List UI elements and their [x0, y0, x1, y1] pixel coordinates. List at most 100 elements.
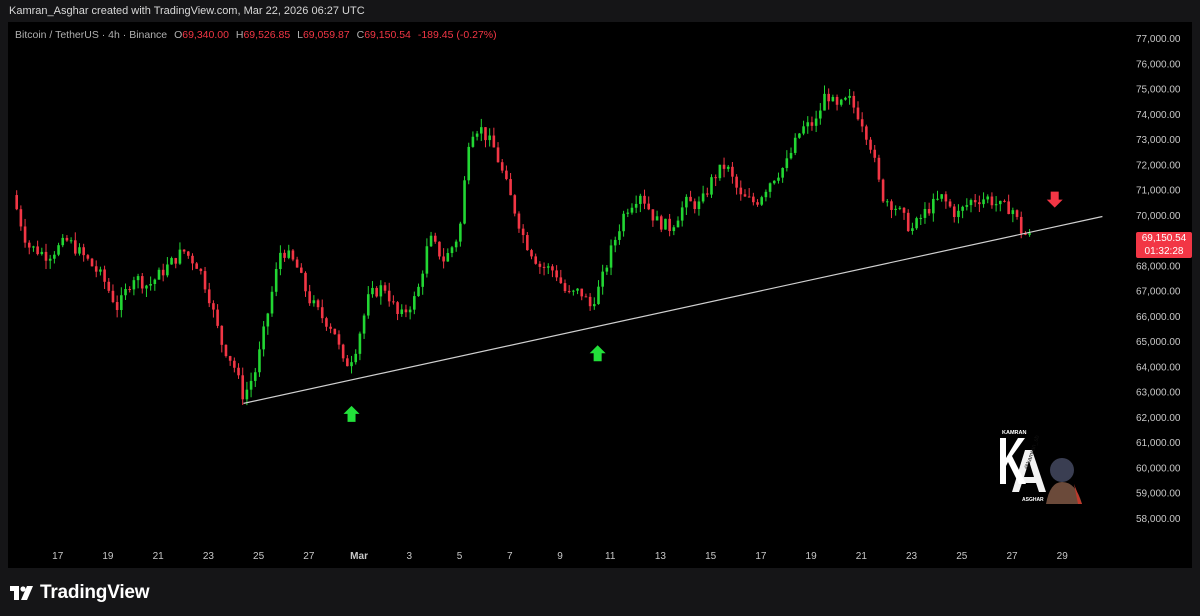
- x-tick-label: 25: [956, 551, 968, 562]
- candle-body: [526, 235, 529, 251]
- candle-body: [952, 206, 956, 218]
- y-tick-label: 70,000.00: [1136, 211, 1181, 222]
- candle-body: [375, 287, 378, 297]
- candle-body: [877, 157, 881, 180]
- candle-body: [680, 207, 684, 221]
- candle-body: [676, 220, 680, 228]
- candle-body: [140, 276, 144, 289]
- candle-body: [873, 149, 877, 158]
- candle-body: [350, 362, 353, 367]
- y-tick-label: 66,000.00: [1136, 312, 1181, 323]
- x-tick-label: 27: [1006, 551, 1018, 562]
- candle-body: [454, 241, 458, 248]
- candle-body: [291, 250, 295, 260]
- candle-body: [597, 286, 600, 305]
- x-tick-label: 5: [457, 551, 463, 562]
- candle-body: [1003, 200, 1006, 202]
- candle-body: [894, 208, 897, 210]
- candle-body: [701, 193, 705, 202]
- candle-body: [366, 294, 370, 316]
- candle-body: [580, 288, 584, 297]
- candle-body: [120, 295, 123, 311]
- y-tick-label: 71,000.00: [1136, 186, 1181, 197]
- candle-body: [885, 201, 889, 203]
- candle-body: [726, 166, 730, 169]
- chart-area[interactable]: 77,000.00 76,000.00 75,000.00 74,000.00 73,0…: [8, 22, 1192, 568]
- x-tick-label: 25: [253, 551, 265, 562]
- candle-body: [659, 216, 663, 230]
- candle-body: [57, 245, 60, 255]
- arrow-down-icon: [1046, 191, 1063, 208]
- candle-body: [852, 95, 856, 108]
- candle-body: [831, 96, 835, 102]
- candle-body: [735, 176, 738, 188]
- candle-body: [647, 203, 651, 210]
- candle-body: [61, 237, 65, 246]
- x-tick-label: 13: [655, 551, 667, 562]
- candle-body: [643, 195, 646, 204]
- candle-body: [839, 99, 843, 105]
- candle-body: [132, 280, 136, 290]
- candle-body: [153, 279, 157, 284]
- candle-body: [488, 135, 491, 141]
- y-tick-label: 59,000.00: [1136, 489, 1181, 500]
- candle-body: [760, 197, 764, 205]
- candle-body: [463, 180, 466, 224]
- candle-body: [471, 136, 475, 147]
- close-value: 69,150.54: [364, 29, 411, 41]
- candle-body: [655, 216, 659, 221]
- candle-body: [115, 302, 119, 311]
- candle-body: [15, 195, 18, 210]
- candle-body: [82, 247, 85, 256]
- candle-body: [685, 196, 688, 208]
- candle-body: [785, 158, 789, 168]
- candle-body: [195, 263, 198, 269]
- x-tick-label: 29: [1057, 551, 1069, 562]
- candle-body: [626, 212, 630, 214]
- candle-body: [383, 285, 387, 291]
- candle-body: [157, 269, 161, 280]
- candle-body: [856, 107, 860, 120]
- candle-body: [333, 328, 337, 335]
- candle-body: [601, 271, 604, 287]
- candle-body: [362, 315, 366, 334]
- candle-body: [936, 198, 939, 200]
- y-tick-label: 67,000.00: [1136, 287, 1181, 298]
- support-trendline: [243, 215, 1103, 404]
- candle-body: [392, 301, 395, 303]
- candle-body: [228, 356, 232, 361]
- candle-body: [706, 193, 709, 195]
- candle-body: [764, 191, 768, 198]
- watermark-logo: KAMRAN @kamran_sb ASGHAR: [992, 426, 1092, 506]
- candle-body: [998, 200, 1002, 205]
- y-tick-label: 72,000.00: [1136, 160, 1181, 171]
- candle-body: [827, 93, 830, 102]
- candle-body: [605, 267, 609, 272]
- candle-body: [48, 258, 52, 261]
- candle-body: [387, 290, 391, 302]
- candle-body: [802, 126, 805, 134]
- x-tick-label: 3: [407, 551, 413, 562]
- candle-body: [722, 164, 726, 169]
- candle-body: [1028, 233, 1031, 235]
- candle-body: [128, 289, 132, 291]
- candle-body: [651, 209, 655, 221]
- attribution-text: Kamran_Asghar created with TradingView.c…: [9, 5, 365, 17]
- candle-body: [923, 208, 927, 218]
- candle-body: [279, 252, 282, 270]
- candle-body: [584, 296, 588, 298]
- candle-body: [994, 204, 998, 206]
- candle-body: [927, 208, 931, 214]
- candle-body: [906, 212, 910, 232]
- candle-body: [145, 285, 148, 289]
- candle-body: [869, 139, 872, 150]
- candle-body: [417, 286, 420, 297]
- tradingview-logo-icon: [10, 586, 33, 600]
- candle-body: [103, 269, 106, 282]
- candle-body: [379, 285, 383, 297]
- y-tick-label: 75,000.00: [1136, 85, 1181, 96]
- footer-brand[interactable]: TradingView: [10, 580, 150, 606]
- x-tick-label: 21: [856, 551, 868, 562]
- y-tick-label: 73,000.00: [1136, 135, 1181, 146]
- candle-body: [823, 93, 826, 111]
